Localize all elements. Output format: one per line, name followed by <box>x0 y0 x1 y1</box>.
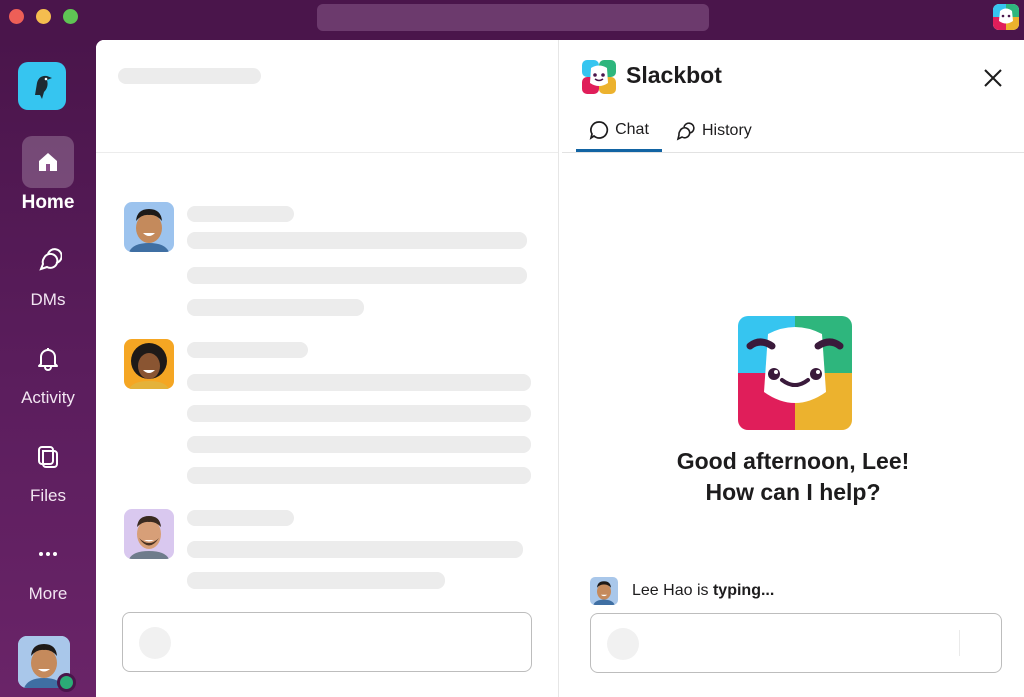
more-icon <box>39 552 57 556</box>
message-line-placeholder <box>187 572 445 589</box>
slackbot-app-icon[interactable] <box>993 4 1019 30</box>
sidebar-item-dms[interactable]: DMs <box>0 234 96 310</box>
message-name-placeholder <box>187 510 294 526</box>
greeting-line-1: Good afternoon, Lee! <box>676 448 910 474</box>
message-avatar[interactable] <box>124 339 174 389</box>
slackbot-hero-logo <box>738 316 852 430</box>
tab-chat[interactable]: Chat <box>576 110 662 152</box>
sidebar-item-more[interactable]: More <box>0 528 96 604</box>
window-maximize-button[interactable] <box>63 9 78 24</box>
greeting-text: Good afternoon, Lee! How can I help? <box>562 446 1024 508</box>
composer-divider <box>959 630 960 656</box>
message-composer[interactable] <box>122 612 532 672</box>
slackbot-panel: Slackbot Chat History Good afternoon, Le… <box>562 40 1024 697</box>
sidebar-item-activity[interactable]: Activity <box>0 332 96 408</box>
typing-status: typing... <box>712 582 775 599</box>
bell-icon <box>38 348 58 371</box>
message-line-placeholder <box>187 374 531 391</box>
sidebar-item-label: DMs <box>30 290 66 309</box>
channel-pane <box>96 40 559 697</box>
panel-tabs: Chat History <box>562 110 1024 153</box>
slackbot-logo <box>582 60 616 94</box>
message-line-placeholder <box>187 232 527 249</box>
message-line-placeholder <box>187 299 364 316</box>
dms-icon <box>39 248 62 271</box>
message-name-placeholder <box>187 342 308 358</box>
message-line-placeholder <box>187 405 531 422</box>
message-name-placeholder <box>187 206 294 222</box>
typing-indicator: Lee Hao is typing... <box>590 576 774 606</box>
typing-user-name: Lee Hao <box>632 582 693 599</box>
tab-label: History <box>702 122 752 139</box>
chat-bubble-icon <box>589 120 609 140</box>
message-line-placeholder <box>187 267 527 284</box>
composer-placeholder-circle <box>607 628 639 660</box>
sidebar: Home DMs Activity Files More <box>0 40 96 697</box>
typing-user-avatar <box>590 577 618 605</box>
close-icon <box>984 69 1002 87</box>
message-line-placeholder <box>187 541 523 558</box>
slackbot-composer[interactable] <box>590 613 1002 673</box>
bird-icon <box>35 75 52 99</box>
files-icon <box>38 446 58 468</box>
search-bar[interactable] <box>317 4 709 31</box>
channel-header <box>96 40 558 153</box>
title-bar <box>0 0 1024 40</box>
presence-indicator <box>57 673 76 692</box>
sidebar-item-label: Home <box>21 192 75 213</box>
header-placeholder <box>118 68 261 84</box>
window-close-button[interactable] <box>9 9 24 24</box>
message-avatar[interactable] <box>124 202 174 252</box>
typing-is: is <box>696 582 709 599</box>
close-panel-button[interactable] <box>979 64 1007 92</box>
window-minimize-button[interactable] <box>36 9 51 24</box>
message-avatar[interactable] <box>124 509 174 559</box>
sidebar-item-files[interactable]: Files <box>0 430 96 506</box>
workspace-icon[interactable] <box>18 62 66 110</box>
home-icon <box>39 153 57 171</box>
sidebar-item-label: More <box>28 584 68 603</box>
message-line-placeholder <box>187 436 531 453</box>
tab-history[interactable]: History <box>674 110 752 152</box>
panel-title: Slackbot <box>626 62 722 88</box>
main-content: Slackbot Chat History Good afternoon, Le… <box>96 40 1024 697</box>
sidebar-item-label: Activity <box>21 388 75 407</box>
tab-label: Chat <box>615 120 649 138</box>
composer-placeholder-circle <box>139 627 171 659</box>
typing-text: Lee Hao is typing... <box>632 582 774 600</box>
sidebar-item-home[interactable]: Home <box>0 136 96 214</box>
sidebar-item-label: Files <box>30 486 66 505</box>
greeting-line-2: How can I help? <box>705 479 881 505</box>
history-icon <box>676 122 695 141</box>
message-line-placeholder <box>187 467 531 484</box>
